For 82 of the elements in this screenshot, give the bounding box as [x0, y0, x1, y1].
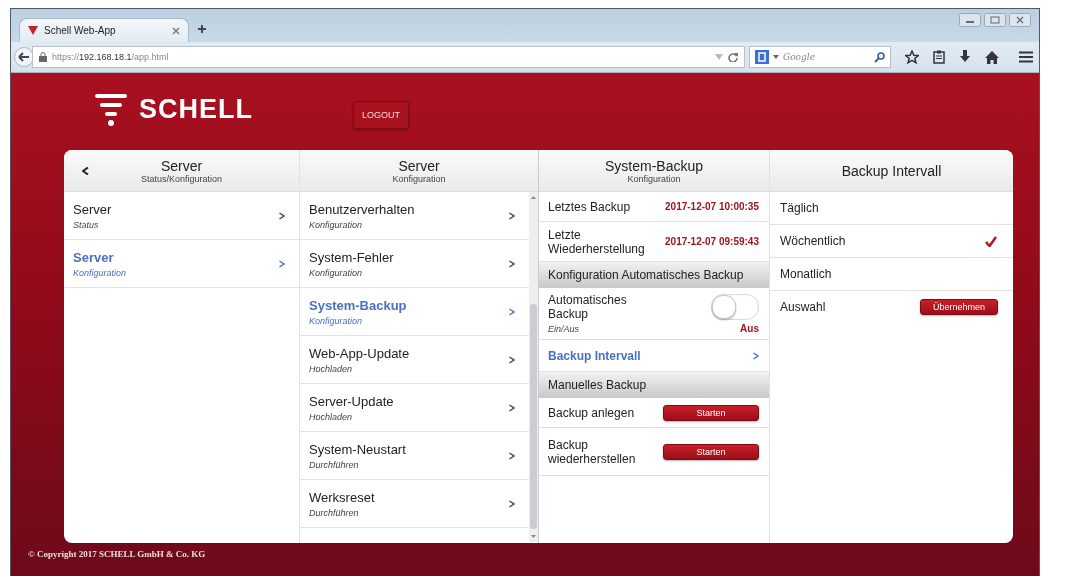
dropdown-icon[interactable] [773, 55, 779, 59]
close-icon[interactable] [172, 26, 180, 35]
logo-text: SCHELL [139, 94, 253, 125]
chevron-icon [509, 451, 515, 460]
item-subtitle: Status [73, 219, 100, 230]
item-subtitle: Konfiguration [309, 219, 364, 230]
url-text: https://192.168.18.1/app.html [52, 52, 170, 62]
tab-title: Schell Web-App [44, 25, 117, 36]
item-title: Server-Update [309, 393, 395, 409]
home-icon[interactable] [985, 50, 999, 64]
search-field[interactable]: Google [749, 46, 891, 68]
funnel-icon [95, 91, 127, 128]
chevron-icon [509, 403, 515, 412]
address-field[interactable]: https://192.168.18.1/app.html [32, 46, 745, 68]
chevron-icon [509, 499, 515, 508]
column-title: Backup Intervall [841, 162, 942, 179]
item-title: Werksreset [309, 489, 376, 505]
item-title: Benutzerverhalten [309, 201, 416, 217]
column-subtitle: Status/Konfiguration [140, 173, 223, 184]
apply-button[interactable]: Übernehmen [920, 299, 998, 315]
search-engine-icon [755, 50, 769, 64]
star-icon[interactable] [905, 50, 919, 64]
item-title: System-Fehler [309, 249, 395, 265]
option-item[interactable]: Täglich [770, 192, 1013, 225]
start-button[interactable]: Starten [663, 404, 759, 421]
item-title: Web-App-Update [309, 345, 411, 361]
column-subtitle: Konfiguration [392, 173, 446, 184]
lock-icon [39, 52, 47, 62]
option-item[interactable]: Monatlich [770, 258, 1013, 291]
row-label: Letzte Wiederherstellung [548, 227, 646, 256]
column-title: Server [160, 157, 203, 174]
row-label: Letztes Backup [548, 199, 632, 214]
chevron-icon [509, 211, 515, 220]
download-icon[interactable] [959, 50, 971, 64]
search-input[interactable]: Google [783, 52, 870, 62]
item-subtitle: Hochladen [309, 363, 354, 374]
logout-button[interactable]: LOGOUT [353, 100, 409, 129]
item-subtitle: Konfiguration [309, 315, 364, 326]
plus-icon[interactable] [197, 24, 207, 34]
toggle-switch[interactable] [711, 293, 759, 320]
toggle-state: Aus [740, 322, 759, 334]
item-title: System-Neustart [309, 441, 407, 457]
reload-icon[interactable] [728, 52, 738, 62]
chevron-icon [509, 307, 515, 316]
start-button[interactable]: Starten [663, 443, 759, 460]
item-subtitle: Durchführen [309, 507, 360, 518]
column-subtitle: Konfiguration [627, 173, 681, 184]
minimize-icon[interactable] [959, 13, 981, 27]
chevron-icon [753, 351, 759, 360]
funnel-icon [28, 26, 38, 35]
item-title: Server [73, 201, 113, 217]
column-title: System-Backup [604, 157, 703, 174]
chevron-icon [509, 355, 515, 364]
list-item[interactable]: Server Status [64, 192, 299, 240]
back-icon[interactable] [82, 167, 89, 175]
browser-tab[interactable]: Schell Web-App [19, 18, 189, 42]
row-label: Backup anlegen [548, 405, 636, 420]
item-subtitle: Hochladen [309, 411, 354, 422]
close-icon[interactable] [1009, 13, 1031, 27]
row-value: 2017-12-07 10:00:35 [665, 201, 759, 212]
menu-icon[interactable] [1019, 51, 1033, 63]
chevron-icon [509, 259, 515, 268]
row-value: 2017-12-07 09:59:43 [665, 236, 759, 247]
chevron-icon [279, 259, 285, 268]
item-subtitle: Konfiguration [309, 267, 364, 278]
item-subtitle: Konfiguration [73, 267, 128, 278]
row-hint: Ein/Aus [548, 324, 581, 334]
search-icon [874, 51, 885, 63]
column-title: Server [398, 157, 440, 174]
item-title: Server [73, 249, 115, 265]
item-subtitle: Durchführen [309, 459, 360, 470]
section-header: Konfiguration Automatisches Backup [539, 262, 769, 288]
option-item[interactable]: Wöchentlich [770, 225, 1013, 258]
section-header: Manuelles Backup [539, 372, 769, 398]
row-label: Automatisches Backup [548, 293, 628, 321]
row-label: Backup wiederherstellen [548, 437, 637, 466]
chevron-icon [279, 211, 285, 220]
item-title: System-Backup [309, 297, 408, 313]
clipboard-icon[interactable] [933, 50, 945, 64]
copyright-text: © Copyright 2017 SCHELL GmbH & Co. KG [27, 548, 207, 559]
list-item[interactable]: Server Konfiguration [64, 240, 299, 288]
row-label: Auswahl [780, 300, 826, 314]
